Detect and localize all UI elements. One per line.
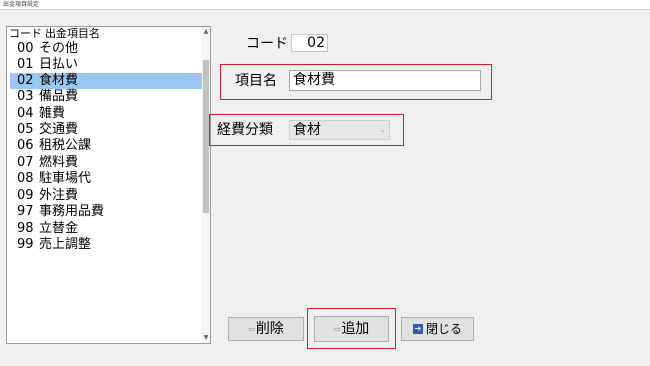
item-name-label: 項目名 (235, 73, 277, 89)
item-code: 99 (17, 237, 34, 252)
status-strip (0, 351, 650, 366)
item-name: 事務用品費 (39, 204, 105, 219)
item-name: 燃料費 (39, 155, 79, 170)
code-field[interactable]: 02 (291, 34, 328, 52)
item-code: 97 (17, 204, 34, 219)
item-name: その他 (39, 41, 79, 56)
item-name: 備品費 (39, 89, 79, 104)
list-item[interactable]: 98 立替金 (10, 221, 204, 237)
chevron-up-icon[interactable]: ▲ (202, 27, 210, 37)
list-item[interactable]: 05 交通費 (10, 122, 204, 138)
list-item[interactable]: 00 その他 (10, 41, 204, 57)
list-item[interactable]: 07 燃料費 (10, 155, 204, 171)
window-title: 出金項目設定 (3, 1, 40, 8)
list-item-selected[interactable]: 02 食材費 (10, 73, 204, 89)
list-item[interactable]: 99 売上調整 (10, 237, 204, 253)
item-name: 雑費 (39, 106, 66, 121)
category-label: 経費分類 (217, 122, 273, 138)
list-item[interactable]: 03 備品費 (10, 89, 204, 105)
list-item[interactable]: 04 雑費 (10, 106, 204, 122)
item-name: 売上調整 (39, 237, 92, 252)
item-name: 駐車場代 (39, 171, 92, 186)
item-code: 07 (17, 155, 34, 170)
item-code: 08 (17, 171, 34, 186)
column-header-code: コード (9, 27, 42, 40)
delete-button-label: 削除 (255, 321, 284, 337)
chevron-down-icon[interactable]: ▼ (202, 333, 210, 343)
item-code: 06 (17, 138, 34, 153)
item-name: 租税公課 (39, 138, 92, 153)
item-name: 交通費 (39, 122, 79, 137)
list-item[interactable]: 09 外注費 (10, 188, 204, 204)
list-item[interactable]: 08 駐車場代 (10, 171, 204, 187)
item-code: 03 (17, 89, 34, 104)
close-button[interactable]: ➜ 閉じる (401, 317, 474, 341)
item-code: 02 (17, 73, 34, 88)
item-code: 04 (17, 106, 34, 121)
list-item[interactable]: 97 事務用品費 (10, 204, 204, 220)
category-dropdown[interactable]: 食材 ⌄ (289, 120, 390, 140)
close-button-label: 閉じる (425, 322, 462, 336)
category-dropdown-value: 食材 (293, 122, 321, 138)
item-name: 食材費 (39, 73, 79, 88)
list-item[interactable]: 01 日払い (10, 57, 204, 73)
item-name-input[interactable]: 食材費 (289, 70, 481, 91)
item-name: 外注費 (39, 188, 79, 203)
item-code: 01 (17, 57, 34, 72)
delete-button[interactable]: ▭削除 (228, 317, 304, 341)
expense-item-list[interactable]: コード 出金項目名 00 その他 01 日払い 02 食材費 03 備品費 04 雑費 05… (6, 26, 211, 344)
exit-icon: ➜ (412, 324, 423, 334)
chevron-down-icon: ⌄ (380, 126, 386, 134)
item-code: 00 (17, 41, 34, 56)
code-label: コード (246, 36, 288, 52)
add-button[interactable]: ▭追加 (314, 316, 389, 342)
item-code: 05 (17, 122, 34, 137)
title-bar: 出金項目設定 (0, 0, 650, 10)
add-button-label: 追加 (341, 321, 370, 337)
item-name: 立替金 (39, 221, 79, 236)
list-item[interactable]: 06 租税公課 (10, 138, 204, 154)
list-header: コード 出金項目名 (9, 28, 103, 40)
item-code: 98 (17, 221, 34, 236)
delete-icon: ▭ (248, 325, 255, 333)
list-scrollbar[interactable]: ▲ ▼ (202, 27, 210, 343)
column-header-name: 出金項目名 (45, 27, 100, 40)
item-name: 日払い (39, 57, 79, 72)
item-code: 09 (17, 188, 34, 203)
add-icon: ▭ (333, 325, 341, 333)
